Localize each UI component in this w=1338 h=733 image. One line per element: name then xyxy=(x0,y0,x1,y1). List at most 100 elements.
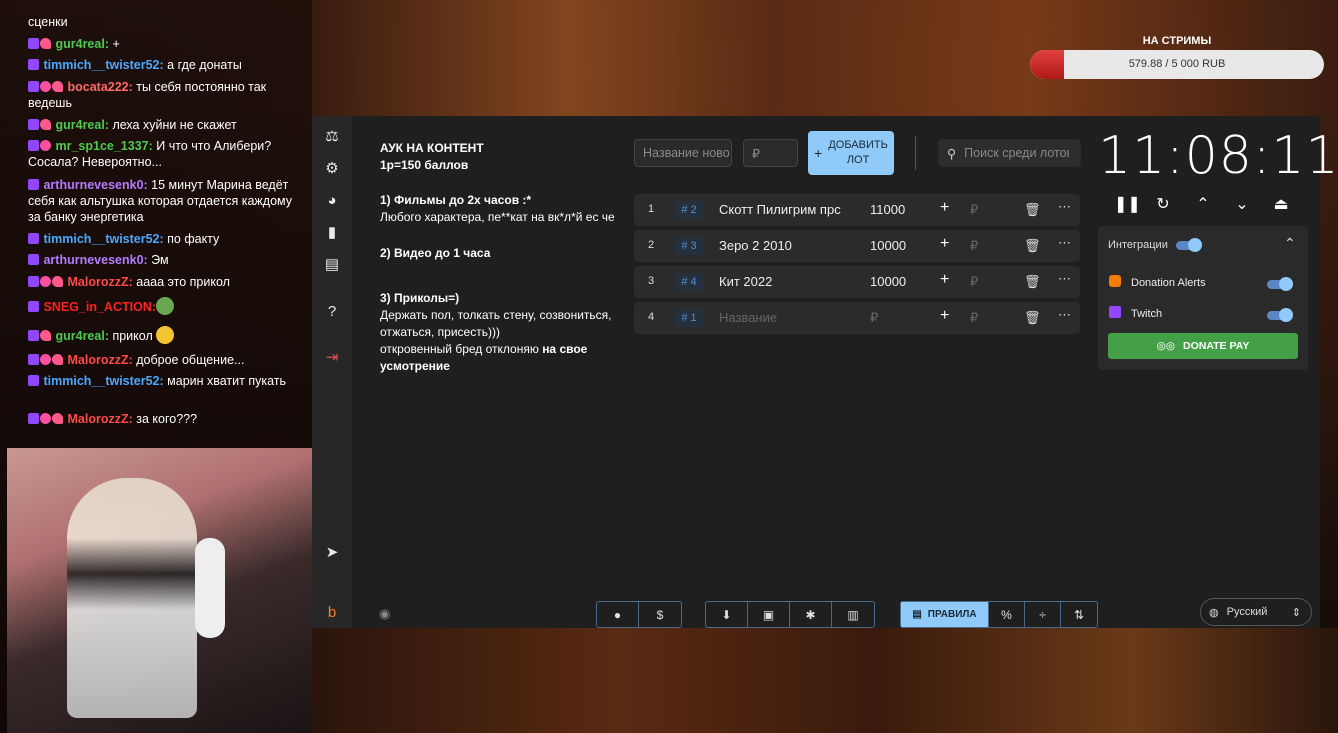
chat-username[interactable]: timmich__twister52: xyxy=(43,58,163,72)
help-icon[interactable]: ? xyxy=(322,301,342,321)
lot-id-tag: # 2 xyxy=(674,201,704,219)
add-amount-icon[interactable]: + xyxy=(940,235,949,253)
twitch-toggle[interactable] xyxy=(1267,308,1293,322)
clipboard-icon[interactable]: ▤ xyxy=(322,254,342,274)
chevron-up-icon[interactable]: ⌃ xyxy=(1193,194,1213,214)
chat-username[interactable]: MalorozzZ: xyxy=(67,412,132,426)
lot-add-amount-input[interactable]: ₽ xyxy=(970,310,978,326)
rules-icon: ▤ xyxy=(912,609,922,620)
chat-username[interactable]: timmich__twister52: xyxy=(43,374,163,388)
save-icon[interactable]: ▣ xyxy=(748,602,790,627)
chat-message: gur4real: леха хуйни не скажет xyxy=(28,117,308,133)
subscriber-badge-icon xyxy=(28,413,39,424)
subscriber-badge-icon xyxy=(28,81,39,92)
chat-username[interactable]: SNEG_in_ACTION: xyxy=(43,300,156,314)
trash-icon[interactable]: 🗑 xyxy=(1024,274,1041,290)
more-options-icon[interactable]: ⋯ xyxy=(1058,307,1071,323)
brand-logo-icon[interactable]: b xyxy=(322,602,342,622)
new-lot-name-placeholder: Название нового xyxy=(643,146,729,160)
chat-username[interactable]: gur4real: xyxy=(55,118,109,132)
bar-chart-icon[interactable]: ▮ xyxy=(322,222,342,242)
download-icon[interactable]: ⬇ xyxy=(706,602,748,627)
lot-add-amount-input[interactable]: ₽ xyxy=(970,202,978,218)
eye-icon[interactable]: ◉ xyxy=(379,606,390,622)
lot-name-placeholder[interactable]: Название xyxy=(719,310,777,325)
chat-username[interactable]: arthurnevesenk0: xyxy=(43,178,147,192)
rules-button[interactable]: ▤ ПРАВИЛА xyxy=(901,602,989,627)
lot-amount[interactable]: 10000 xyxy=(870,238,906,253)
lot-row: 3 # 4 Кит 2022 10000 + ₽ 🗑 ⋯ xyxy=(634,266,1080,298)
lot-add-amount-input[interactable]: ₽ xyxy=(970,238,978,254)
chat-username[interactable]: timmich__twister52: xyxy=(43,232,163,246)
lot-add-amount-input[interactable]: ₽ xyxy=(970,274,978,290)
pie-chart-icon[interactable]: ◕ xyxy=(322,190,342,210)
more-options-icon[interactable]: ⋯ xyxy=(1058,271,1071,287)
trash-icon[interactable]: 🗑 xyxy=(1024,202,1041,218)
heart-badge-icon xyxy=(40,119,51,130)
new-lot-name-input[interactable]: Название нового xyxy=(634,139,732,167)
trash-icon[interactable]: 🗑 xyxy=(1024,310,1041,326)
donation-alerts-toggle[interactable] xyxy=(1267,277,1293,291)
add-amount-icon[interactable]: + xyxy=(940,199,949,217)
add-amount-icon[interactable]: + xyxy=(940,307,949,325)
integration-name: Donation Alerts xyxy=(1131,277,1206,289)
more-options-icon[interactable]: ⋯ xyxy=(1058,235,1071,251)
webcam-feed xyxy=(7,448,312,733)
trash-icon[interactable]: 🗑 xyxy=(1024,238,1041,254)
gear-icon[interactable]: ⚙ xyxy=(322,158,342,178)
lot-number: 3 xyxy=(648,275,655,287)
chevron-down-icon[interactable]: ⌄ xyxy=(1232,194,1252,214)
sort-icon[interactable]: ⇅ xyxy=(1061,602,1097,627)
lot-name[interactable]: Зеро 2 2010 xyxy=(719,238,792,253)
bug-icon[interactable]: ✱ xyxy=(790,602,832,627)
chat-text: ты себя постоянно так ведешь xyxy=(28,80,267,110)
chat-text: леха хуйни не скажет xyxy=(108,118,237,132)
eject-icon[interactable]: ⏏ xyxy=(1271,194,1291,214)
lot-amount-placeholder[interactable]: ₽ xyxy=(870,310,878,326)
subscriber-badge-icon xyxy=(28,354,39,365)
chat-text: Эм xyxy=(147,253,169,267)
divide-icon[interactable]: ÷ xyxy=(1025,602,1061,627)
reset-icon[interactable]: ↻ xyxy=(1153,194,1173,214)
subscriber-badge-icon xyxy=(28,119,39,130)
lot-id-tag: # 3 xyxy=(674,237,704,255)
chat-username[interactable]: gur4real: xyxy=(55,37,109,51)
chat-username[interactable]: MalorozzZ: xyxy=(67,353,132,367)
add-amount-icon[interactable]: + xyxy=(940,271,949,289)
donate-pay-button[interactable]: ◎◎ DONATE PAY xyxy=(1108,333,1298,359)
toolbar-view: ▤ ПРАВИЛА % ÷ ⇅ xyxy=(900,601,1098,628)
logout-icon[interactable]: ⇥ xyxy=(322,347,342,367)
goal-label: НА СТРИМЫ xyxy=(1142,35,1212,47)
dollar-icon[interactable]: $ xyxy=(639,602,681,627)
clear-icon[interactable]: ▥ xyxy=(832,602,874,627)
toolbar-file: ⬇ ▣ ✱ ▥ xyxy=(705,601,875,628)
lot-amount[interactable]: 10000 xyxy=(870,274,906,289)
lot-name[interactable]: Кит 2022 xyxy=(719,274,772,289)
gavel-icon[interactable]: ⚖ xyxy=(322,126,342,146)
more-options-icon[interactable]: ⋯ xyxy=(1058,199,1071,215)
new-lot-amount-input[interactable]: ₽ xyxy=(743,139,798,167)
lot-name[interactable]: Скотт Пилигрим прс xyxy=(719,202,841,217)
percent-icon[interactable]: % xyxy=(989,602,1025,627)
chat-message: сценки xyxy=(28,14,308,30)
chat-text: аааа это прикол xyxy=(132,275,230,289)
chat-username[interactable]: MalorozzZ: xyxy=(67,275,132,289)
chat-username[interactable]: arthurnevesenk0: xyxy=(43,253,147,267)
pause-icon[interactable]: ❚❚ xyxy=(1114,194,1141,214)
chat-username[interactable]: mr_sp1ce_1337: xyxy=(55,139,152,153)
telegram-icon[interactable]: ➤ xyxy=(322,542,342,562)
rule-item-text: Держать пол, толкать стену, созвониться,… xyxy=(380,308,612,339)
language-select[interactable]: ◍ Русский ⇕ xyxy=(1200,598,1312,626)
integrations-toggle[interactable] xyxy=(1176,238,1202,252)
lot-id-tag: # 1 xyxy=(674,309,704,327)
gem-badge-icon xyxy=(40,81,51,92)
plus-icon: + xyxy=(814,144,823,161)
chat-username[interactable]: gur4real: xyxy=(55,329,109,343)
add-lot-button[interactable]: + ДОБАВИТЬ ЛОТ xyxy=(808,131,894,175)
search-input[interactable]: ⚲ Поиск среди лотов xyxy=(938,139,1081,167)
chat-username[interactable]: bocata222: xyxy=(67,80,132,94)
github-icon[interactable]: ● xyxy=(597,602,639,627)
lot-amount[interactable]: 11000 xyxy=(870,202,905,217)
chevron-up-icon[interactable]: ⌃ xyxy=(1284,235,1296,252)
subscriber-badge-icon xyxy=(28,59,39,70)
